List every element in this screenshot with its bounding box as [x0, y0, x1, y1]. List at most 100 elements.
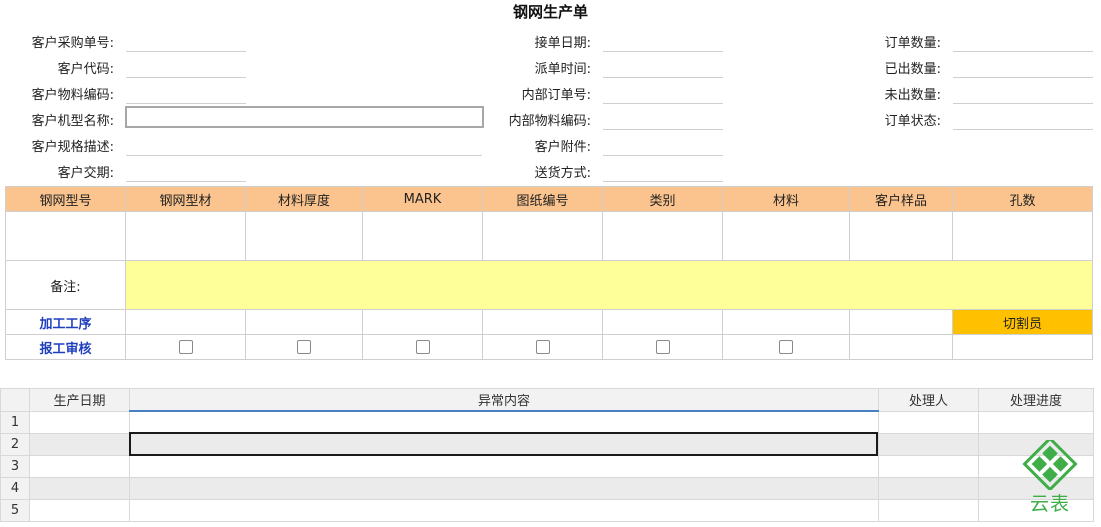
row-number: 5	[0, 499, 30, 522]
col-header-customer-sample: 客户样品	[849, 186, 953, 212]
customer-sample-cell[interactable]	[849, 211, 953, 261]
audit-cell	[482, 334, 603, 360]
exception-content-cell[interactable]	[129, 455, 879, 478]
customer-model-name-field[interactable]	[125, 106, 484, 128]
label-customer-model-name: 客户机型名称:	[31, 114, 114, 129]
label-order-quantity: 订单数量:	[884, 36, 941, 51]
note-label: 备注:	[5, 260, 126, 310]
audit-checkbox[interactable]	[178, 340, 193, 354]
material-thickness-cell[interactable]	[245, 211, 363, 261]
drawing-no-cell[interactable]	[482, 211, 603, 261]
process-label: 加工工序	[5, 309, 126, 335]
production-date-cell[interactable]	[29, 433, 130, 456]
stencil-model-cell[interactable]	[5, 211, 126, 261]
stencil-profile-cell[interactable]	[125, 211, 246, 261]
handler-cell[interactable]	[878, 433, 979, 456]
audit-checkbox[interactable]	[297, 340, 311, 354]
customer-material-code-field[interactable]	[126, 83, 246, 104]
customer-code-field[interactable]	[126, 57, 246, 78]
col-header-stencil-profile: 钢网型材	[125, 186, 246, 212]
label-internal-material-code: 内部物料编码:	[508, 114, 591, 129]
label-delivery-method: 送货方式:	[534, 166, 591, 181]
label-order-status: 订单状态:	[884, 114, 941, 129]
production-grid: 钢网型号 钢网型材 材料厚度 MARK 图纸编号 类别 材料 客户样品 孔数 备…	[5, 186, 1093, 360]
col-header-production-date: 生产日期	[29, 388, 130, 412]
internal-order-no-field[interactable]	[603, 83, 723, 104]
col-header-material: 材料	[722, 186, 850, 212]
production-date-cell[interactable]	[29, 455, 130, 478]
form-title: 钢网生产单	[512, 3, 588, 21]
row-number: 2	[0, 433, 30, 456]
process-cell[interactable]	[602, 309, 723, 335]
order-quantity-field[interactable]	[953, 31, 1093, 52]
diamond-logo-icon	[1022, 436, 1078, 492]
exception-content-cell[interactable]	[129, 499, 879, 522]
internal-material-code-field[interactable]	[603, 109, 723, 130]
col-header-hole-count: 孔数	[952, 186, 1093, 212]
audit-cell	[125, 334, 246, 360]
label-purchase-order-no: 客户采购单号:	[31, 36, 114, 51]
label-order-date: 接单日期:	[534, 36, 591, 51]
handler-cell[interactable]	[878, 499, 979, 522]
audit-cell[interactable]	[952, 334, 1093, 360]
delivery-method-field[interactable]	[603, 161, 723, 182]
row-number: 3	[0, 455, 30, 478]
mark-cell[interactable]	[362, 211, 483, 261]
label-customer-attachment: 客户附件:	[534, 140, 591, 155]
process-role-cutter[interactable]: 切割员	[952, 309, 1093, 335]
material-cell[interactable]	[722, 211, 850, 261]
audit-checkbox[interactable]	[655, 340, 670, 354]
production-date-cell[interactable]	[29, 499, 130, 522]
sheet-corner	[0, 388, 30, 412]
label-shipped-quantity: 已出数量:	[884, 62, 941, 77]
audit-label: 报工审核	[5, 334, 126, 360]
col-header-progress: 处理进度	[978, 388, 1094, 412]
audit-cell	[245, 334, 363, 360]
order-date-field[interactable]	[603, 31, 723, 52]
order-status-field[interactable]	[953, 109, 1093, 130]
col-header-category: 类别	[602, 186, 723, 212]
audit-cell	[362, 334, 483, 360]
process-cell[interactable]	[245, 309, 363, 335]
process-cell[interactable]	[125, 309, 246, 335]
hole-count-cell[interactable]	[952, 211, 1093, 261]
label-unshipped-quantity: 未出数量:	[884, 88, 941, 103]
process-cell[interactable]	[849, 309, 953, 335]
process-cell[interactable]	[362, 309, 483, 335]
selected-cell-outline	[129, 432, 878, 456]
process-cell[interactable]	[722, 309, 850, 335]
handler-cell[interactable]	[878, 455, 979, 478]
progress-cell[interactable]	[978, 410, 1094, 434]
col-header-handler: 处理人	[878, 388, 979, 412]
label-internal-order-no: 内部订单号:	[521, 88, 591, 103]
unshipped-quantity-field[interactable]	[953, 83, 1093, 104]
label-dispatch-time: 派单时间:	[534, 62, 591, 77]
handler-cell[interactable]	[878, 477, 979, 500]
label-customer-code: 客户代码:	[57, 62, 114, 77]
customer-spec-desc-field[interactable]	[126, 135, 482, 156]
logo-text: 云表	[1029, 493, 1070, 515]
exception-content-cell[interactable]	[129, 477, 879, 500]
handler-cell[interactable]	[878, 410, 979, 434]
purchase-order-no-field[interactable]	[126, 31, 246, 52]
exception-content-cell[interactable]	[129, 410, 879, 434]
production-date-cell[interactable]	[29, 477, 130, 500]
audit-cell	[602, 334, 723, 360]
shipped-quantity-field[interactable]	[953, 57, 1093, 78]
audit-checkbox[interactable]	[535, 340, 550, 354]
col-header-material-thickness: 材料厚度	[245, 186, 363, 212]
process-cell[interactable]	[482, 309, 603, 335]
audit-checkbox[interactable]	[779, 340, 793, 354]
category-cell[interactable]	[602, 211, 723, 261]
audit-cell[interactable]	[849, 334, 953, 360]
col-header-drawing-no: 图纸编号	[482, 186, 603, 212]
col-header-exception-content: 异常内容	[129, 388, 879, 412]
label-customer-spec-desc: 客户规格描述:	[31, 140, 114, 155]
note-field[interactable]	[125, 260, 1093, 310]
customer-delivery-date-field[interactable]	[126, 161, 246, 182]
row-number: 4	[0, 477, 30, 500]
dispatch-time-field[interactable]	[603, 57, 723, 78]
audit-checkbox[interactable]	[415, 340, 430, 354]
production-date-cell[interactable]	[29, 410, 130, 434]
customer-attachment-field[interactable]	[603, 135, 723, 156]
